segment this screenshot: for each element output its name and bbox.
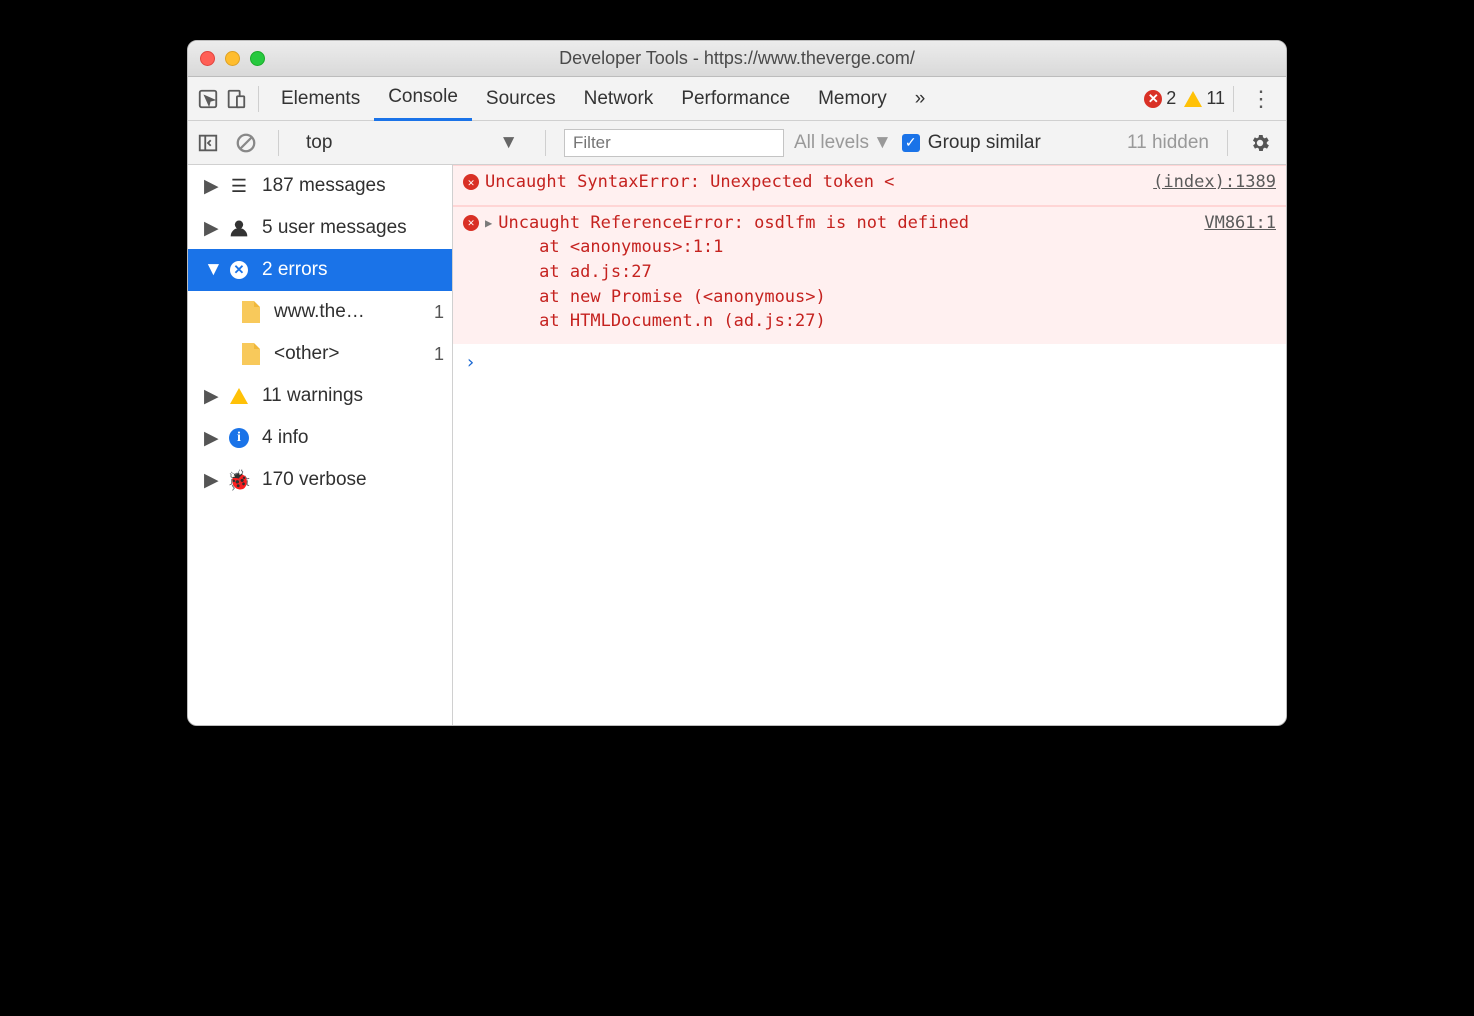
tab-network[interactable]: Network — [570, 77, 668, 121]
log-levels-label: All levels — [794, 132, 869, 154]
toolbar-divider — [278, 130, 279, 156]
sidebar-toggle-icon[interactable] — [194, 129, 222, 157]
window-title: Developer Tools - https://www.theverge.c… — [188, 48, 1286, 69]
sidebar-item-label: 2 errors — [262, 259, 444, 281]
sidebar-item-count: 1 — [434, 344, 444, 365]
tab-sources[interactable]: Sources — [472, 77, 570, 121]
prompt-icon: › — [465, 352, 476, 373]
chevron-right-icon: ▶ — [204, 469, 216, 492]
console-messages: ✕ Uncaught SyntaxError: Unexpected token… — [453, 165, 1286, 725]
sidebar-item-label: www.the… — [274, 301, 422, 323]
context-select[interactable]: top ▼ — [297, 129, 527, 157]
log-levels-select[interactable]: All levels ▼ — [794, 132, 892, 154]
sidebar-item-verbose[interactable]: ▶ 🐞 170 verbose — [188, 459, 452, 501]
close-window-button[interactable] — [200, 51, 215, 66]
sidebar-item-label: 5 user messages — [262, 217, 444, 239]
toolbar-divider — [545, 130, 546, 156]
toolbar-divider — [258, 86, 259, 112]
chevron-right-icon: ▶ — [204, 175, 216, 198]
console-filter-bar: top ▼ All levels ▼ ✓ Group similar 11 hi… — [188, 121, 1286, 165]
console-message-text: Uncaught ReferenceError: osdlfm is not d… — [498, 211, 1198, 334]
traffic-lights — [200, 51, 265, 66]
device-toggle-icon[interactable] — [222, 85, 250, 113]
zoom-window-button[interactable] — [250, 51, 265, 66]
check-icon: ✓ — [902, 134, 920, 152]
sidebar-item-errors[interactable]: ▼ ✕ 2 errors — [188, 249, 452, 291]
console-message-source-link[interactable]: VM861:1 — [1204, 213, 1276, 233]
sidebar-item-error-source[interactable]: <other> 1 — [188, 333, 452, 375]
devtools-window: Developer Tools - https://www.theverge.c… — [187, 40, 1287, 726]
toolbar-divider — [1227, 130, 1228, 156]
filter-input[interactable] — [564, 129, 784, 157]
user-icon — [228, 217, 250, 239]
sidebar-item-user-messages[interactable]: ▶ 5 user messages — [188, 207, 452, 249]
group-similar-checkbox[interactable]: ✓ Group similar — [902, 132, 1041, 154]
sidebar-item-label: 170 verbose — [262, 469, 444, 491]
list-icon: ☰ — [228, 175, 250, 197]
warning-icon — [1184, 91, 1202, 107]
toolbar-divider — [1233, 86, 1234, 112]
hidden-count[interactable]: 11 hidden — [1127, 132, 1209, 154]
console-body: ▶ ☰ 187 messages ▶ 5 user messages ▼ ✕ 2… — [188, 165, 1286, 725]
sidebar-item-label: 187 messages — [262, 175, 444, 197]
bug-icon: 🐞 — [228, 469, 250, 491]
panel-tabs: Elements Console Sources Network Perform… — [267, 77, 939, 121]
tab-console[interactable]: Console — [374, 77, 472, 121]
chevron-down-icon: ▼ — [499, 132, 518, 154]
sidebar-item-warnings[interactable]: ▶ 11 warnings — [188, 375, 452, 417]
more-menu-icon[interactable]: ⋮ — [1250, 86, 1272, 112]
error-icon: ✕ — [463, 215, 479, 231]
error-counter[interactable]: ✕ 2 — [1144, 88, 1176, 109]
chevron-down-icon: ▼ — [204, 259, 216, 281]
minimize-window-button[interactable] — [225, 51, 240, 66]
sidebar-item-error-source[interactable]: www.the… 1 — [188, 291, 452, 333]
error-icon: ✕ — [463, 174, 479, 190]
clear-console-icon[interactable] — [232, 129, 260, 157]
chevron-right-icon[interactable]: ▶ — [485, 216, 492, 230]
tabs-overflow[interactable]: » — [901, 77, 940, 121]
context-select-label: top — [306, 132, 332, 154]
warning-counter[interactable]: 11 — [1184, 88, 1225, 109]
console-message-text: Uncaught SyntaxError: Unexpected token < — [485, 170, 1147, 195]
file-icon — [240, 343, 262, 365]
console-prompt[interactable]: › — [453, 344, 1286, 381]
sidebar-item-messages[interactable]: ▶ ☰ 187 messages — [188, 165, 452, 207]
console-message-source-link[interactable]: (index):1389 — [1153, 172, 1276, 192]
tab-performance[interactable]: Performance — [667, 77, 804, 121]
file-icon — [240, 301, 262, 323]
warning-icon — [228, 385, 250, 407]
chevron-right-icon: ▶ — [204, 217, 216, 240]
sidebar-item-label: 4 info — [262, 427, 444, 449]
chevron-right-icon: ▶ — [204, 385, 216, 408]
group-similar-label: Group similar — [928, 132, 1041, 154]
sidebar-item-label: 11 warnings — [262, 385, 444, 407]
warning-count-text: 11 — [1206, 88, 1225, 109]
inspect-element-icon[interactable] — [194, 85, 222, 113]
sidebar-item-info[interactable]: ▶ i 4 info — [188, 417, 452, 459]
toolbar-counters: ✕ 2 11 — [1144, 88, 1225, 109]
info-icon: i — [228, 427, 250, 449]
error-icon: ✕ — [228, 259, 250, 281]
sidebar-item-count: 1 — [434, 302, 444, 323]
chevron-right-icon: ▶ — [204, 427, 216, 450]
error-count-text: 2 — [1166, 88, 1176, 109]
chevron-down-icon: ▼ — [873, 132, 892, 154]
main-toolbar: Elements Console Sources Network Perform… — [188, 77, 1286, 121]
console-sidebar: ▶ ☰ 187 messages ▶ 5 user messages ▼ ✕ 2… — [188, 165, 453, 725]
error-icon: ✕ — [1144, 90, 1162, 108]
gear-icon[interactable] — [1246, 129, 1274, 157]
titlebar: Developer Tools - https://www.theverge.c… — [188, 41, 1286, 77]
console-message-error[interactable]: ✕ ▶ Uncaught ReferenceError: osdlfm is n… — [453, 206, 1286, 344]
sidebar-item-label: <other> — [274, 343, 422, 365]
console-message-error[interactable]: ✕ Uncaught SyntaxError: Unexpected token… — [453, 165, 1286, 206]
tab-memory[interactable]: Memory — [804, 77, 901, 121]
tab-elements[interactable]: Elements — [267, 77, 374, 121]
